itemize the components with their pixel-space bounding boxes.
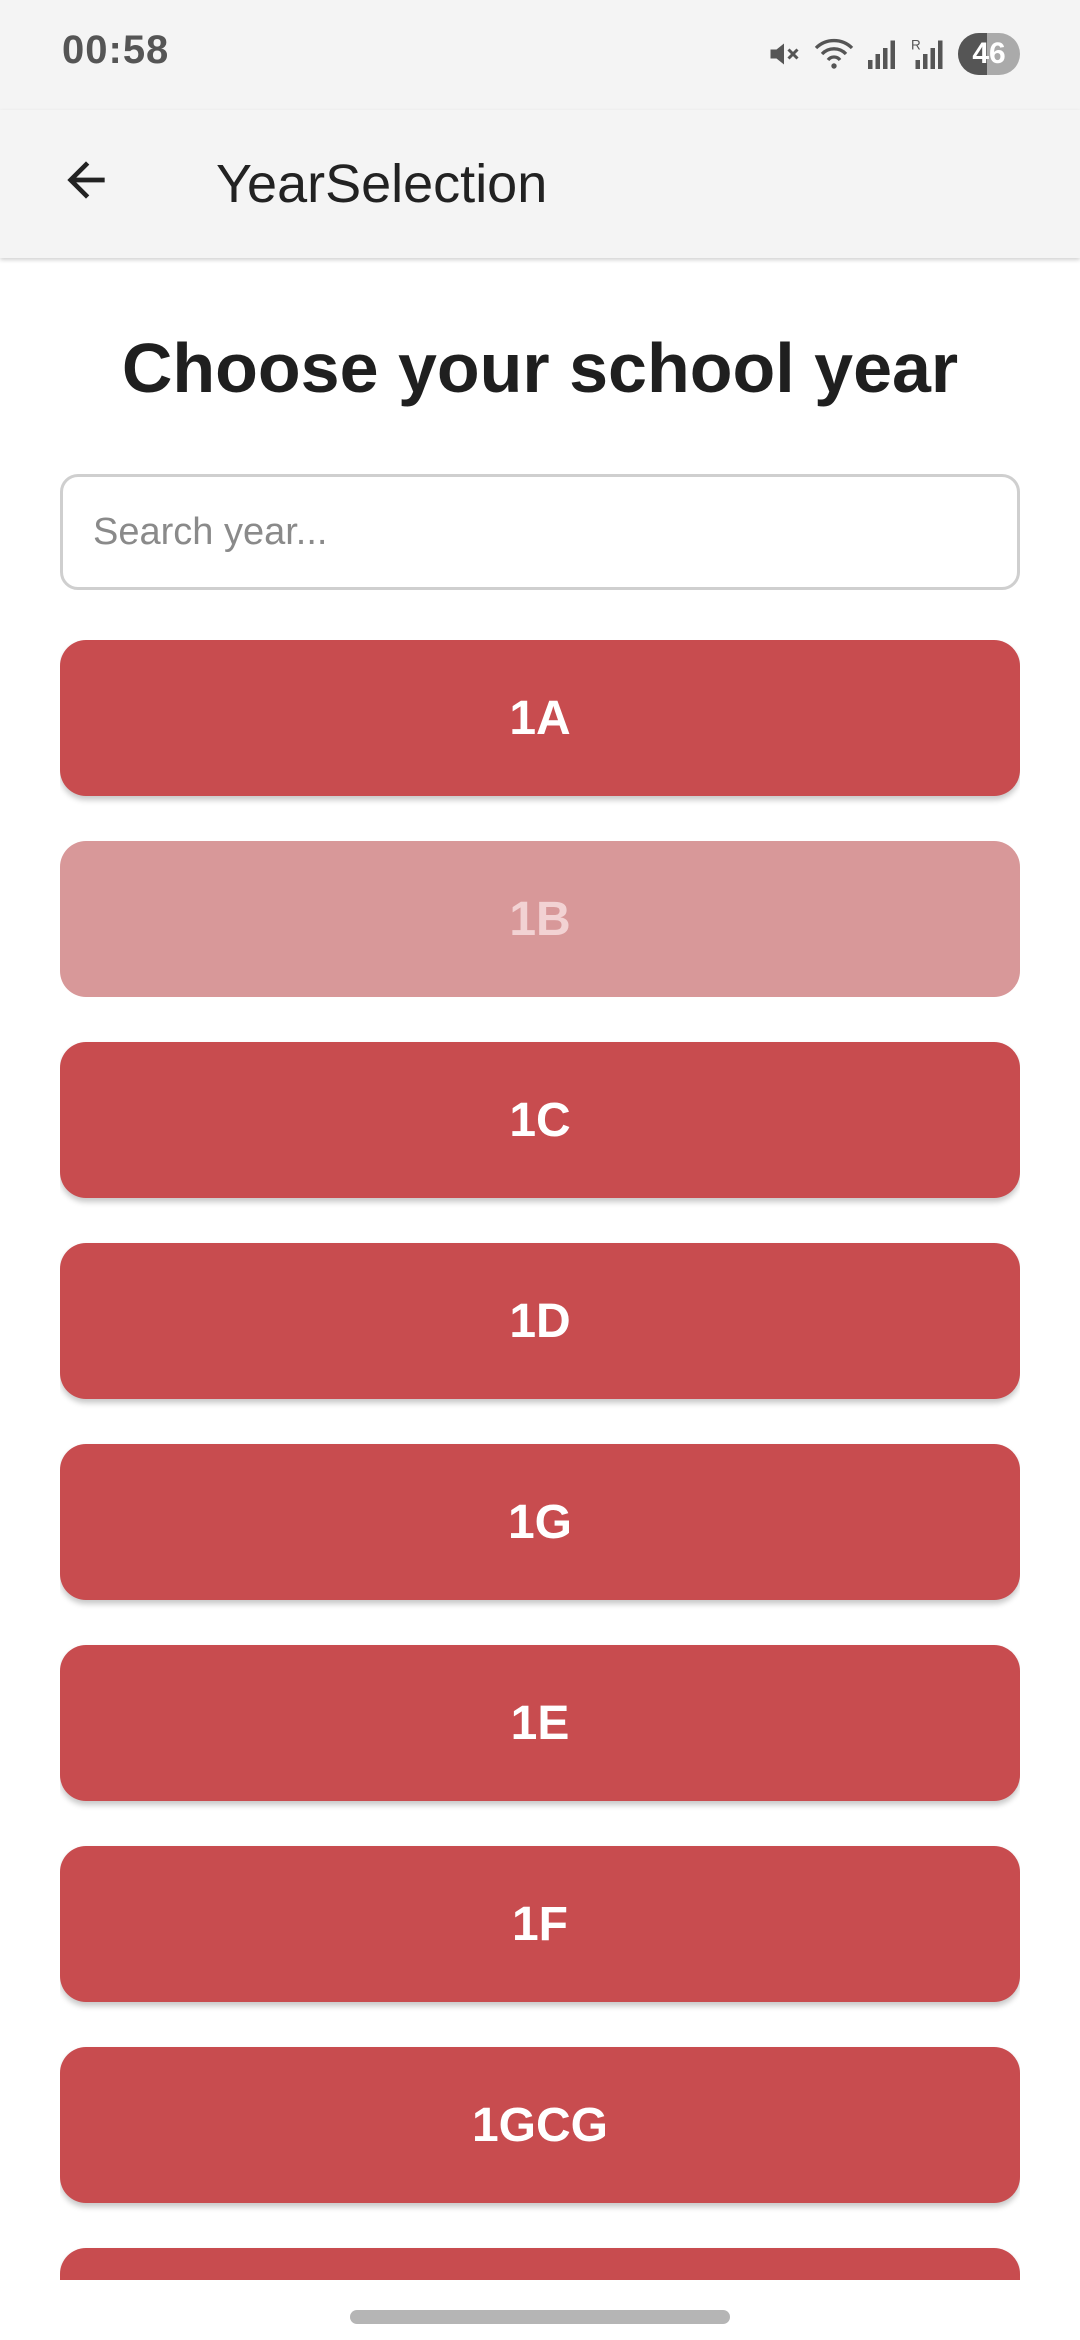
app-title: YearSelection [216, 154, 548, 214]
year-button[interactable] [60, 2248, 1020, 2280]
status-icons: R 46 [766, 30, 1020, 78]
screen: 00:58 R 46 YearSelection Choose your sch… [0, 0, 1080, 2340]
year-button-label: 1E [510, 1696, 570, 1750]
year-button-label: 1B [509, 892, 571, 946]
signal-icon [866, 36, 900, 72]
year-button[interactable]: 1A [60, 640, 1020, 796]
page-heading: Choose your school year [121, 329, 959, 407]
back-button[interactable] [44, 140, 128, 224]
signal-roaming-icon: R [910, 36, 948, 72]
app-bar: YearSelection [0, 110, 1080, 258]
status-bar: 00:58 R 46 [0, 0, 1080, 110]
year-button[interactable]: 1D [60, 1243, 1020, 1399]
year-button[interactable]: 1G [60, 1444, 1020, 1600]
battery-level: 46 [972, 37, 1006, 70]
mute-icon [766, 36, 802, 72]
battery-icon: 46 [958, 33, 1020, 75]
year-button-label: 1C [509, 1093, 571, 1147]
year-button-label: 1GCG [471, 2098, 609, 2152]
year-button-label: 1F [511, 1897, 568, 1951]
search-input[interactable] [63, 477, 1017, 587]
year-button[interactable]: 1F [60, 1846, 1020, 2002]
year-list: 1A 1B 1C 1D 1G 1E 1F 1GCG [60, 640, 1020, 2280]
arrow-back-icon [58, 152, 114, 213]
svg-text:R: R [911, 38, 921, 53]
year-button-label: 1A [509, 691, 571, 745]
year-button-label: 1G [507, 1495, 573, 1549]
year-button[interactable]: 1GCG [60, 2047, 1020, 2203]
year-button-label: 1D [509, 1294, 571, 1348]
year-button: 1B [60, 841, 1020, 997]
year-button[interactable]: 1C [60, 1042, 1020, 1198]
home-indicator[interactable] [350, 2310, 730, 2324]
year-button[interactable]: 1E [60, 1645, 1020, 1801]
search-field[interactable] [60, 474, 1020, 590]
status-time: 00:58 [62, 28, 170, 72]
wifi-icon [812, 36, 856, 72]
